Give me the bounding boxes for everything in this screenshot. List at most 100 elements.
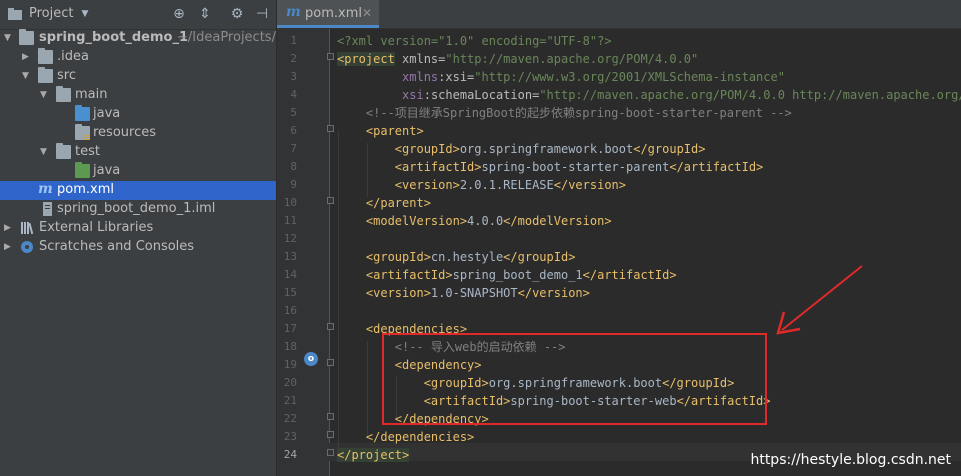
code-token: 4.0.0 (467, 214, 504, 228)
folder-icon (38, 67, 53, 83)
tree-item-label: External Libraries (39, 220, 154, 235)
tree-item-resources[interactable]: resources (0, 124, 276, 143)
tree-item-main[interactable]: ▼ main (0, 86, 276, 105)
expand-arrow-icon[interactable]: ▼ (40, 143, 50, 162)
collapse-arrow-icon[interactable]: ▶ (22, 48, 32, 67)
fold-marker-icon[interactable] (327, 431, 334, 438)
line-number: 17 (283, 322, 297, 335)
fold-marker-icon[interactable] (327, 449, 334, 456)
code-line: </project> (337, 446, 410, 464)
tree-item-test-java[interactable]: java (0, 162, 276, 181)
collapse-arrow-icon[interactable]: ▶ (4, 219, 14, 238)
code-token: <?xml version="1.0" encoding="UTF-8"?> (337, 34, 612, 48)
close-icon[interactable]: ✕ (362, 6, 372, 20)
code-token: </artifactId> (669, 160, 764, 174)
line-number: 3 (290, 70, 297, 83)
code-token: "http://maven.apache.org/POM/4.0.0" (445, 52, 699, 66)
editor-tab-bar: m pom.xml ✕ (277, 0, 961, 29)
code-token: "http://maven.apache.org/POM/4.0.0 http:… (539, 88, 961, 102)
tree-item-label: pom.xml (57, 182, 114, 197)
tree-item-main-java[interactable]: java (0, 105, 276, 124)
line-number: 16 (283, 304, 297, 317)
code-token: <parent> (337, 124, 424, 138)
navigate-to-parent-icon[interactable]: o (304, 352, 318, 366)
project-view-title[interactable]: Project (29, 6, 73, 21)
code-token: xmlns:xsi= (402, 70, 475, 84)
line-number: 4 (290, 88, 297, 101)
tree-item-external-libraries[interactable]: ▶ External Libraries (0, 219, 276, 238)
line-number: 2 (290, 52, 297, 65)
code-token: <groupId> (337, 142, 460, 156)
code-line: </parent> (337, 194, 431, 212)
watermark: https://hestyle.blog.csdn.net (750, 452, 951, 468)
collapse-all-icon[interactable]: ⇕ (197, 6, 213, 22)
folder-icon (19, 29, 34, 45)
tree-item-test[interactable]: ▼ test (0, 143, 276, 162)
tree-item-label: src (57, 68, 76, 83)
tree-item-label: java (93, 163, 121, 178)
fold-marker-icon[interactable] (327, 323, 334, 330)
line-number: 21 (283, 394, 297, 407)
expand-arrow-icon[interactable]: ▼ (22, 67, 32, 86)
line-number: 19 (283, 358, 297, 371)
code-token: <modelVersion> (337, 214, 468, 228)
tree-item-label: spring_boot_demo_1 (39, 30, 188, 45)
line-number: 7 (290, 142, 297, 155)
fold-marker-icon[interactable] (327, 413, 334, 420)
code-token: <artifactId> (337, 160, 482, 174)
fold-marker-icon[interactable] (327, 197, 334, 204)
tree-item-project-root[interactable]: ▼ spring_boot_demo_1 ~/IdeaProjects/sp (0, 29, 276, 48)
tree-item-label: Scratches and Consoles (39, 239, 195, 254)
fold-marker-icon[interactable] (327, 359, 334, 366)
tree-item-label: test (75, 144, 100, 159)
tree-item-src[interactable]: ▼ src (0, 67, 276, 86)
resources-folder-icon (75, 124, 90, 140)
folder-icon (38, 48, 53, 64)
annotation-arrow (776, 265, 863, 335)
code-line: <?xml version="1.0" encoding="UTF-8"?> (337, 32, 612, 50)
expand-arrow-icon[interactable]: ▼ (40, 86, 50, 105)
code-line: </dependencies> (337, 428, 474, 446)
code-line: <version>2.0.1.RELEASE</version> (337, 176, 626, 194)
hide-panel-icon[interactable]: ⊣ (254, 6, 270, 22)
line-number: 23 (283, 430, 297, 443)
tree-item-label: resources (93, 125, 157, 140)
code-token: </project> (337, 448, 410, 462)
line-number: 13 (283, 250, 297, 263)
tree-item-scratches[interactable]: ▶ Scratches and Consoles (0, 238, 276, 257)
line-number: 24 (283, 448, 297, 461)
tab-label: pom.xml (305, 6, 362, 21)
code-token: spring-boot-starter-parent (481, 160, 670, 174)
locate-icon[interactable]: ⊕ (171, 6, 187, 22)
gear-icon[interactable]: ⚙ (229, 6, 245, 22)
code-token: xsi:schemaLocation= (402, 88, 540, 102)
tree-item-idea[interactable]: ▶ .idea (0, 48, 276, 67)
code-token: <version> (337, 178, 460, 192)
gutter-divider (329, 29, 330, 476)
fold-marker-icon[interactable] (327, 53, 334, 60)
fold-marker-icon[interactable] (327, 125, 334, 132)
tab-pom-xml[interactable]: m pom.xml ✕ (277, 0, 379, 28)
code-token: <version> (337, 286, 431, 300)
scratches-icon (21, 241, 33, 253)
code-token: cn.hestyle (430, 250, 504, 264)
tree-item-iml[interactable]: spring_boot_demo_1.iml (0, 200, 276, 219)
code-token: </dependencies> (337, 430, 475, 444)
code-token: </groupId> (503, 250, 576, 264)
highlight-annotation-box (382, 333, 767, 425)
code-token: <artifactId> (337, 268, 453, 282)
tree-item-label: .idea (57, 49, 89, 64)
chevron-down-icon[interactable]: ▼ (77, 6, 93, 22)
expand-arrow-icon[interactable]: ▼ (4, 29, 14, 48)
code-line: <version>1.0-SNAPSHOT</version> (337, 284, 590, 302)
line-number: 5 (290, 106, 297, 119)
tree-item-label: spring_boot_demo_1.iml (57, 201, 216, 216)
library-icon (21, 222, 34, 235)
project-panel-header: Project ▼ ⊕ ⇕ ⚙ ⊣ (0, 0, 276, 30)
collapse-arrow-icon[interactable]: ▶ (4, 238, 14, 257)
tree-item-pom-xml[interactable]: m pom.xml (0, 181, 276, 200)
line-number: 20 (283, 376, 297, 389)
line-number: 14 (283, 268, 297, 281)
code-token: </version> (517, 286, 590, 300)
tree-item-label: main (75, 87, 108, 102)
